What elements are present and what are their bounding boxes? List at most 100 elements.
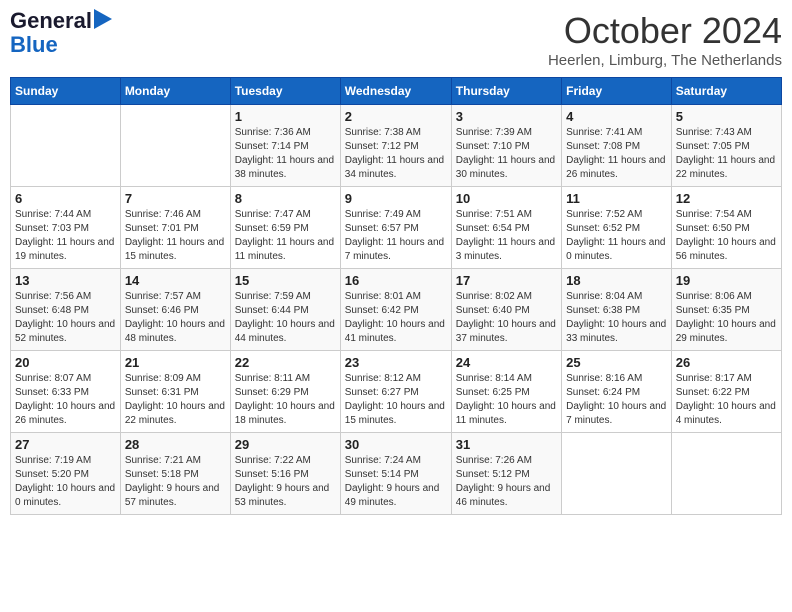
day-info: Sunrise: 7:21 AM Sunset: 5:18 PM Dayligh…	[125, 454, 226, 510]
calendar-cell: 16 Sunrise: 8:01 AM Sunset: 6:42 PM Dayli…	[340, 269, 451, 351]
logo: General Blue	[10, 10, 112, 58]
day-number: 21	[125, 355, 226, 370]
day-info: Sunrise: 7:46 AM Sunset: 7:01 PM Dayligh…	[125, 208, 226, 264]
calendar-week-row: 27 Sunrise: 7:19 AM Sunset: 5:20 PM Dayli…	[11, 433, 782, 515]
title-section: October 2024 Heerlen, Limburg, The Nethe…	[548, 10, 782, 69]
day-info: Sunrise: 7:38 AM Sunset: 7:12 PM Dayligh…	[345, 126, 447, 182]
calendar-cell: 4 Sunrise: 7:41 AM Sunset: 7:08 PM Daylig…	[562, 105, 672, 187]
calendar-week-row: 1 Sunrise: 7:36 AM Sunset: 7:14 PM Daylig…	[11, 105, 782, 187]
day-info: Sunrise: 7:59 AM Sunset: 6:44 PM Dayligh…	[235, 290, 336, 346]
calendar-cell: 5 Sunrise: 7:43 AM Sunset: 7:05 PM Daylig…	[671, 105, 781, 187]
calendar-cell: 17Sunrise: 8:02 AM Sunset: 6:40 PM Dayli…	[451, 269, 561, 351]
calendar-cell: 29Sunrise: 7:22 AM Sunset: 5:16 PM Dayli…	[230, 433, 340, 515]
logo-text-general: General	[10, 10, 92, 32]
day-number: 31	[456, 437, 557, 452]
calendar-table: SundayMondayTuesdayWednesdayThursdayFrid…	[10, 77, 782, 515]
day-of-week-header: Wednesday	[340, 78, 451, 105]
calendar-cell: 15Sunrise: 7:59 AM Sunset: 6:44 PM Dayli…	[230, 269, 340, 351]
day-info: Sunrise: 7:49 AM Sunset: 6:57 PM Dayligh…	[345, 208, 447, 264]
day-info: Sunrise: 8:04 AM Sunset: 6:38 PM Dayligh…	[566, 290, 667, 346]
day-number: 16	[345, 273, 447, 288]
calendar-cell: 13 Sunrise: 7:56 AM Sunset: 6:48 PM Dayli…	[11, 269, 121, 351]
day-number: 30	[345, 437, 447, 452]
day-info: Sunrise: 7:24 AM Sunset: 5:14 PM Dayligh…	[345, 454, 447, 510]
day-info: Sunrise: 7:57 AM Sunset: 6:46 PM Dayligh…	[125, 290, 226, 346]
calendar-cell: 18 Sunrise: 8:04 AM Sunset: 6:38 PM Dayli…	[562, 269, 672, 351]
calendar-cell: 24 Sunrise: 8:14 AM Sunset: 6:25 PM Dayli…	[451, 351, 561, 433]
day-info: Sunrise: 7:51 AM Sunset: 6:54 PM Dayligh…	[456, 208, 557, 264]
day-info: Sunrise: 8:16 AM Sunset: 6:24 PM Dayligh…	[566, 372, 667, 428]
day-info: Sunrise: 8:06 AM Sunset: 6:35 PM Dayligh…	[676, 290, 777, 346]
day-info: Sunrise: 8:12 AM Sunset: 6:27 PM Dayligh…	[345, 372, 447, 428]
day-number: 12	[676, 191, 777, 206]
calendar-cell: 25 Sunrise: 8:16 AM Sunset: 6:24 PM Dayli…	[562, 351, 672, 433]
day-info: Sunrise: 7:56 AM Sunset: 6:48 PM Dayligh…	[15, 290, 116, 346]
day-info: Sunrise: 8:01 AM Sunset: 6:42 PM Dayligh…	[345, 290, 447, 346]
calendar-header-row: SundayMondayTuesdayWednesdayThursdayFrid…	[11, 78, 782, 105]
day-of-week-header: Saturday	[671, 78, 781, 105]
day-info: Sunrise: 8:14 AM Sunset: 6:25 PM Dayligh…	[456, 372, 557, 428]
day-of-week-header: Sunday	[11, 78, 121, 105]
day-info: Sunrise: 7:36 AM Sunset: 7:14 PM Dayligh…	[235, 126, 336, 182]
month-title: October 2024	[548, 10, 782, 52]
day-number: 26	[676, 355, 777, 370]
day-number: 25	[566, 355, 667, 370]
calendar-cell: 26 Sunrise: 8:17 AM Sunset: 6:22 PM Dayli…	[671, 351, 781, 433]
day-info: Sunrise: 7:39 AM Sunset: 7:10 PM Dayligh…	[456, 126, 557, 182]
calendar-cell: 28 Sunrise: 7:21 AM Sunset: 5:18 PM Dayli…	[120, 433, 230, 515]
calendar-cell	[120, 105, 230, 187]
day-info: Sunrise: 7:52 AM Sunset: 6:52 PM Dayligh…	[566, 208, 667, 264]
day-number: 20	[15, 355, 116, 370]
day-info: Sunrise: 7:43 AM Sunset: 7:05 PM Dayligh…	[676, 126, 777, 182]
day-number: 29	[235, 437, 336, 452]
calendar-cell: 6Sunrise: 7:44 AM Sunset: 7:03 PM Daylig…	[11, 187, 121, 269]
calendar-cell	[11, 105, 121, 187]
day-number: 14	[125, 273, 226, 288]
day-number: 2	[345, 109, 447, 124]
day-of-week-header: Thursday	[451, 78, 561, 105]
day-number: 3	[456, 109, 557, 124]
day-number: 4	[566, 109, 667, 124]
day-number: 24	[456, 355, 557, 370]
calendar-cell: 22 Sunrise: 8:11 AM Sunset: 6:29 PM Dayli…	[230, 351, 340, 433]
calendar-cell: 20 Sunrise: 8:07 AM Sunset: 6:33 PM Dayli…	[11, 351, 121, 433]
calendar-cell: 19 Sunrise: 8:06 AM Sunset: 6:35 PM Dayli…	[671, 269, 781, 351]
day-info: Sunrise: 8:09 AM Sunset: 6:31 PM Dayligh…	[125, 372, 226, 428]
calendar-cell: 2 Sunrise: 7:38 AM Sunset: 7:12 PM Daylig…	[340, 105, 451, 187]
logo-arrow-icon	[94, 9, 112, 29]
day-info: Sunrise: 8:17 AM Sunset: 6:22 PM Dayligh…	[676, 372, 777, 428]
calendar-cell	[671, 433, 781, 515]
page-header: General Blue October 2024 Heerlen, Limbu…	[10, 10, 782, 69]
calendar-cell: 27 Sunrise: 7:19 AM Sunset: 5:20 PM Dayli…	[11, 433, 121, 515]
day-number: 28	[125, 437, 226, 452]
day-number: 11	[566, 191, 667, 206]
calendar-cell: 10 Sunrise: 7:51 AM Sunset: 6:54 PM Dayli…	[451, 187, 561, 269]
day-number: 6	[15, 191, 116, 206]
day-number: 5	[676, 109, 777, 124]
day-number: 27	[15, 437, 116, 452]
calendar-cell: 23Sunrise: 8:12 AM Sunset: 6:27 PM Dayli…	[340, 351, 451, 433]
day-info: Sunrise: 7:41 AM Sunset: 7:08 PM Dayligh…	[566, 126, 667, 182]
calendar-week-row: 20 Sunrise: 8:07 AM Sunset: 6:33 PM Dayli…	[11, 351, 782, 433]
calendar-cell	[562, 433, 672, 515]
day-number: 9	[345, 191, 447, 206]
day-info: Sunrise: 8:11 AM Sunset: 6:29 PM Dayligh…	[235, 372, 336, 428]
location-subtitle: Heerlen, Limburg, The Netherlands	[548, 52, 782, 69]
day-number: 7	[125, 191, 226, 206]
day-number: 1	[235, 109, 336, 124]
day-number: 18	[566, 273, 667, 288]
calendar-cell: 14 Sunrise: 7:57 AM Sunset: 6:46 PM Dayli…	[120, 269, 230, 351]
day-number: 17	[456, 273, 557, 288]
day-number: 13	[15, 273, 116, 288]
calendar-cell: 8Sunrise: 7:47 AM Sunset: 6:59 PM Daylig…	[230, 187, 340, 269]
calendar-cell: 31Sunrise: 7:26 AM Sunset: 5:12 PM Dayli…	[451, 433, 561, 515]
calendar-cell: 7 Sunrise: 7:46 AM Sunset: 7:01 PM Daylig…	[120, 187, 230, 269]
day-info: Sunrise: 8:07 AM Sunset: 6:33 PM Dayligh…	[15, 372, 116, 428]
day-number: 19	[676, 273, 777, 288]
day-of-week-header: Friday	[562, 78, 672, 105]
day-info: Sunrise: 7:19 AM Sunset: 5:20 PM Dayligh…	[15, 454, 116, 510]
day-number: 22	[235, 355, 336, 370]
day-number: 10	[456, 191, 557, 206]
day-info: Sunrise: 7:54 AM Sunset: 6:50 PM Dayligh…	[676, 208, 777, 264]
logo-text-blue: Blue	[10, 32, 58, 58]
